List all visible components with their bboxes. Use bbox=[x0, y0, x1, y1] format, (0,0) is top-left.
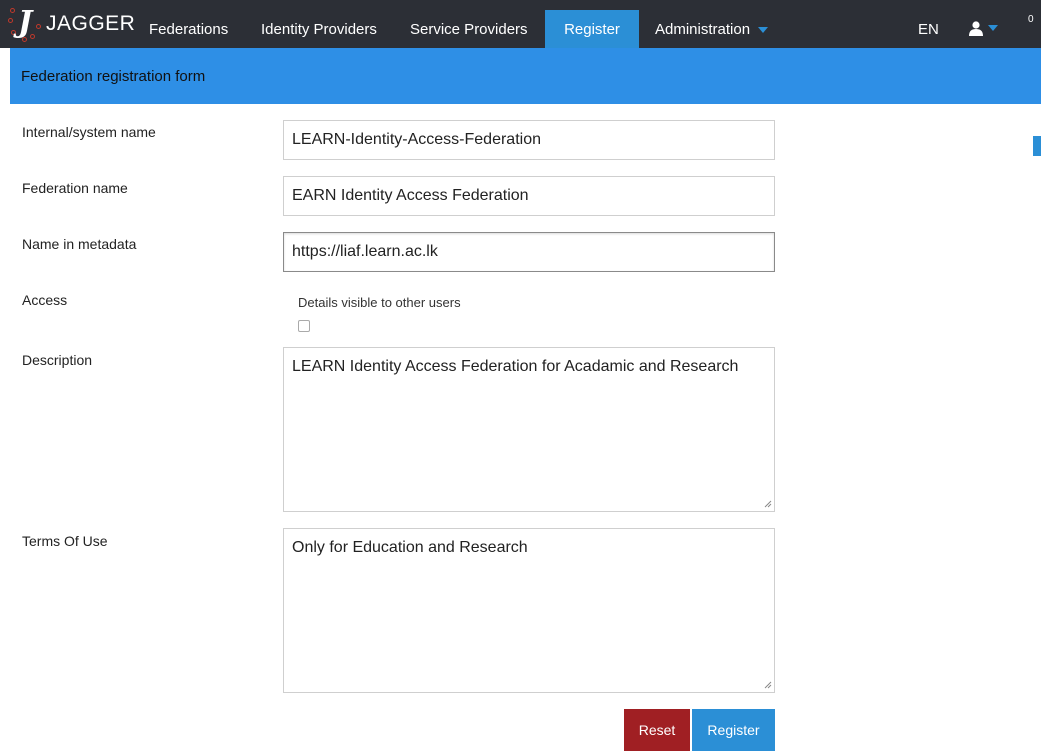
internal-name-input[interactable] bbox=[283, 120, 775, 160]
metadata-name-label: Name in metadata bbox=[22, 236, 137, 252]
user-icon bbox=[969, 21, 983, 36]
nav-identity-providers[interactable]: Identity Providers bbox=[247, 10, 391, 48]
description-textarea[interactable]: LEARN Identity Access Federation for Aca… bbox=[283, 347, 775, 512]
chevron-down-icon bbox=[758, 27, 769, 34]
resize-grip-icon[interactable] bbox=[764, 681, 772, 689]
chevron-down-icon bbox=[988, 25, 998, 31]
description-label: Description bbox=[22, 352, 93, 368]
notification-count: 0 bbox=[1028, 14, 1034, 25]
top-navbar: J JAGGER Federations Identity Providers … bbox=[0, 0, 1041, 48]
register-button[interactable]: Register bbox=[692, 709, 775, 751]
access-option-label: Details visible to other users bbox=[298, 295, 461, 310]
side-tab-handle[interactable] bbox=[1033, 136, 1041, 156]
federation-name-label: Federation name bbox=[22, 180, 128, 196]
page-header: Federation registration form bbox=[10, 48, 1041, 104]
internal-name-label: Internal/system name bbox=[22, 124, 156, 140]
details-visible-checkbox[interactable] bbox=[298, 320, 310, 332]
reset-button[interactable]: Reset bbox=[624, 709, 690, 751]
jagger-logo-icon: J bbox=[8, 4, 44, 44]
resize-grip-icon[interactable] bbox=[764, 500, 772, 508]
brand-logo[interactable]: J JAGGER bbox=[8, 4, 135, 44]
nav-register[interactable]: Register bbox=[545, 10, 639, 48]
brand-name: JAGGER bbox=[46, 12, 136, 35]
metadata-name-input[interactable] bbox=[283, 232, 775, 272]
nav-service-providers[interactable]: Service Providers bbox=[396, 10, 542, 48]
nav-federations[interactable]: Federations bbox=[135, 10, 242, 48]
language-selector[interactable]: EN bbox=[918, 10, 939, 48]
nav-administration[interactable]: Administration bbox=[641, 10, 782, 48]
page-title: Federation registration form bbox=[21, 68, 206, 85]
user-menu[interactable] bbox=[966, 18, 1016, 40]
terms-label: Terms Of Use bbox=[22, 533, 108, 549]
federation-name-input[interactable] bbox=[283, 176, 775, 216]
terms-textarea[interactable]: Only for Education and Research bbox=[283, 528, 775, 693]
access-label: Access bbox=[22, 292, 68, 308]
